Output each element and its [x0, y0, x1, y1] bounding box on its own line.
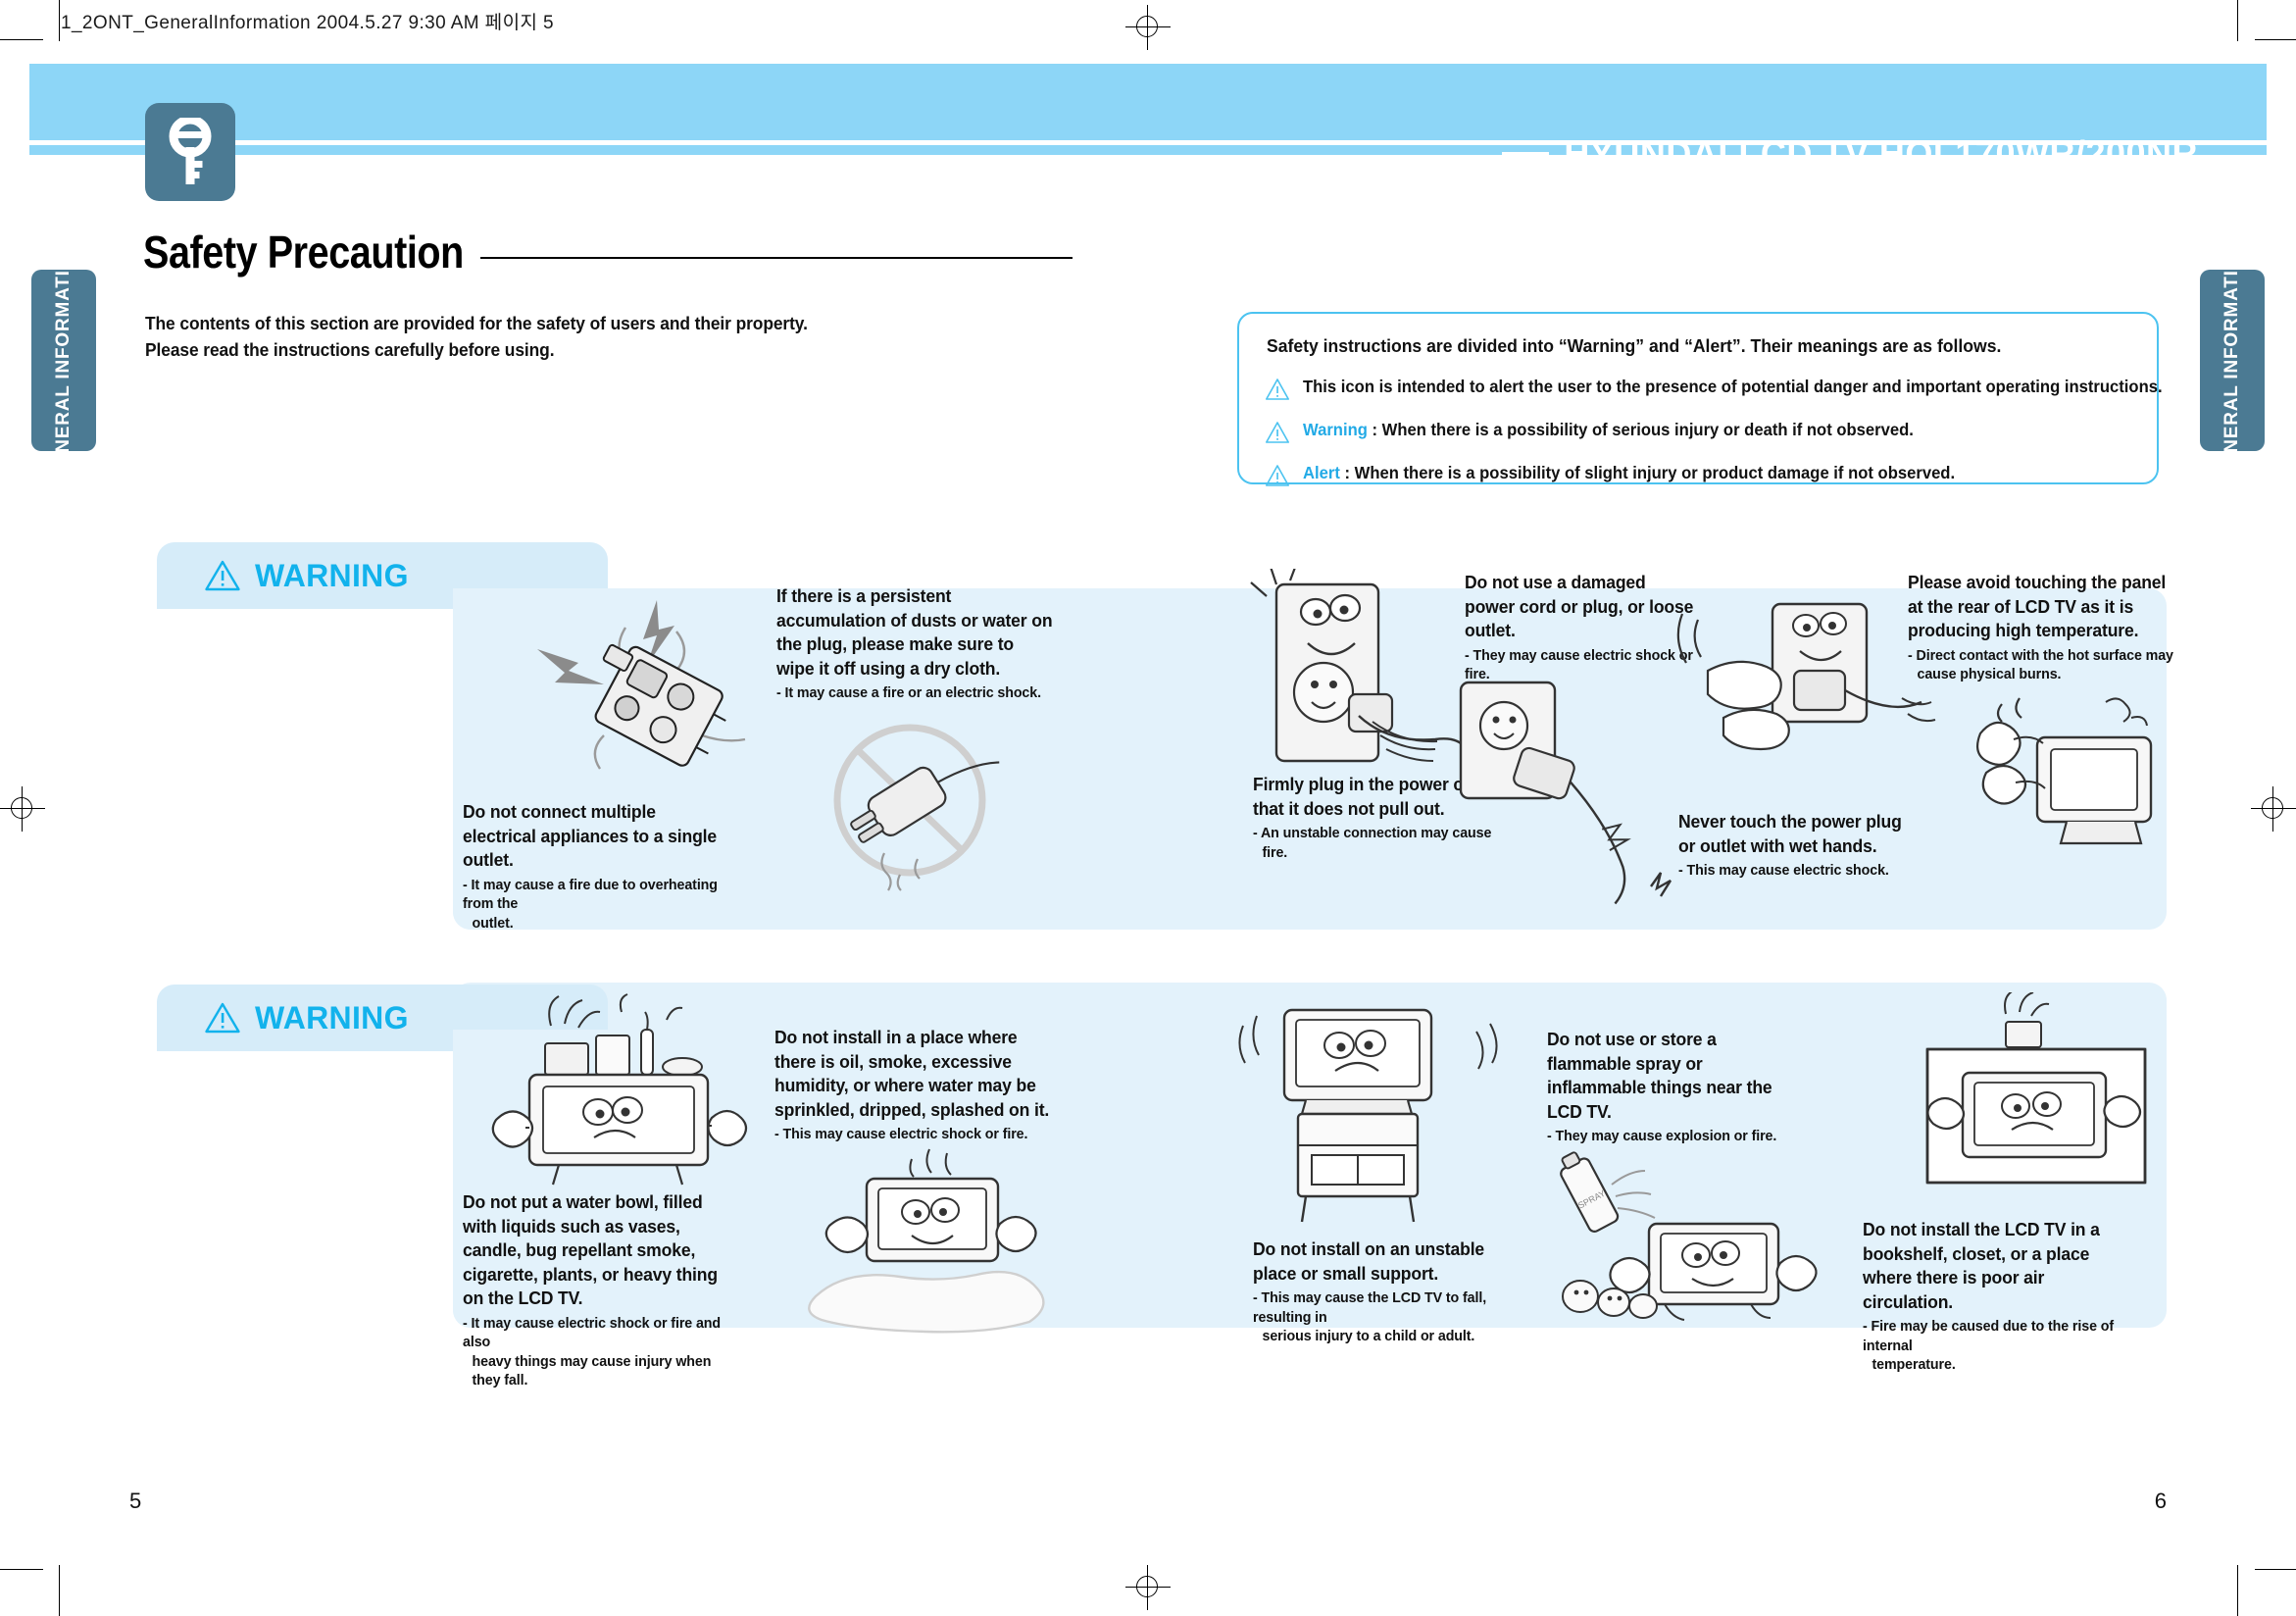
warning-triangle-icon	[205, 560, 240, 591]
warning-item-caption-6: Please avoid touching the panel at the r…	[1908, 571, 2192, 684]
sidebar-tab-label-left: GENERAL INFORMATION	[53, 239, 74, 481]
legend-keyword-alert: Alert	[1303, 463, 1340, 482]
warning-item-sub-11: - Fire may be caused due to the rise of …	[1863, 1317, 2133, 1375]
warning-item-head-4: Do not use a damaged power cord or plug,…	[1465, 572, 1694, 640]
warning-item-sub-text-6: - Direct contact with the hot surface ma…	[1908, 646, 2173, 664]
warning-item-sub-indent-7: heavy things may cause injury when they …	[472, 1352, 712, 1389]
hot-rear-panel-illustration	[1975, 697, 2153, 845]
warning-item-caption-8: Do not install in a place where there is…	[774, 1026, 1069, 1144]
warning-item-sub-text-10: - They may cause explosion or fire.	[1547, 1128, 1777, 1144]
bookshelf-enclosure-illustration	[1925, 992, 2147, 1185]
legend-row-alert: Alert : When there is a possibility of s…	[1265, 463, 1989, 487]
warning-item-sub-8: - This may cause electric shock or fire.	[774, 1125, 1054, 1144]
warning-item-caption-9: Do not install on an unstable place or s…	[1253, 1237, 1537, 1346]
crop-mark-bottom-left-horizontal	[0, 1569, 43, 1570]
warning-item-head-8: Do not install in a place where there is…	[774, 1027, 1050, 1120]
warning-item-head-7: Do not put a water bowl, filled with liq…	[463, 1191, 718, 1308]
warning-item-head-9: Do not install on an unstable place or s…	[1253, 1238, 1485, 1284]
crop-mark-left-vertical	[59, 0, 60, 41]
warning-triangle-icon	[205, 1002, 240, 1034]
legend-row-warning: Warning : When there is a possibility of…	[1265, 420, 1946, 444]
warning-item-sub-indent-1: outlet.	[472, 914, 514, 932]
page-banner	[29, 64, 2267, 140]
warning-triangle-icon	[1266, 379, 1289, 400]
warning-item-sub-indent-11: temperature.	[1872, 1356, 1956, 1373]
warning-item-sub-indent-9: serious injury to a child or adult.	[1262, 1328, 1475, 1344]
warning-item-caption-5: Never touch the power plug or outlet wit…	[1678, 810, 1923, 881]
dusty-plug-prohibited-illustration	[833, 724, 1000, 891]
registration-mark-top	[1125, 5, 1171, 50]
warning-item-sub-6: - Direct contact with the hot surface ma…	[1908, 646, 2178, 684]
legend-row-icon: This icon is intended to alert the user …	[1265, 377, 2208, 401]
warning-item-head-2: If there is a persistent accumulation of…	[776, 585, 1053, 679]
registration-mark-left	[0, 786, 45, 832]
registration-mark-right	[2251, 786, 2296, 832]
warning-item-sub-2: - It may cause a fire or an electric sho…	[776, 683, 1056, 703]
crop-mark-top-left-horizontal	[0, 39, 43, 40]
warning-triangle-icon	[1266, 465, 1289, 486]
multi-plug-overload-illustration	[537, 600, 746, 770]
legend-row-icon-text: This icon is intended to alert the user …	[1303, 377, 2163, 396]
page-title: Safety Precaution	[143, 227, 464, 278]
sidebar-tab-general-information-right[interactable]: GENERAL INFORMATION	[2200, 240, 2265, 480]
section-intro-line-2: Please read the instructions carefully b…	[145, 339, 555, 360]
warning-item-caption-7: Do not put a water bowl, filled with liq…	[463, 1190, 747, 1390]
warning-item-caption-11: Do not install the LCD TV in a bookshelf…	[1863, 1218, 2147, 1375]
warning-item-caption-1: Do not connect multiple electrical appli…	[463, 800, 747, 933]
flammable-spray-illustration: SPRAY	[1560, 1151, 1818, 1321]
legend-row-alert-desc: : When there is a possibility of slight …	[1339, 463, 1956, 482]
legend-row-warning-desc: : When there is a possibility of serious…	[1367, 420, 1914, 439]
key-icon	[169, 118, 212, 184]
legend-box: Safety instructions are divided into “Wa…	[1237, 312, 2163, 487]
page-number-right: 6	[2154, 1489, 2167, 1513]
warning-item-sub-text-11: - Fire may be caused due to the rise of …	[1863, 1318, 2115, 1354]
warning-item-sub-10: - They may cause explosion or fire.	[1547, 1127, 1799, 1146]
page-number-left: 5	[129, 1489, 142, 1513]
section-intro: The contents of this section are provide…	[145, 310, 808, 363]
warning-item-caption-10: Do not use or store a flammable spray or…	[1547, 1028, 1812, 1146]
warning-triangle-icon	[1266, 422, 1289, 443]
warning-item-sub-indent-6: cause physical burns.	[1917, 666, 2062, 682]
registration-mark-bottom	[1125, 1565, 1171, 1610]
crop-mark-right-vertical-bottom	[2237, 1565, 2238, 1616]
unstable-support-illustration	[1238, 1008, 1498, 1223]
warning-item-sub-text-2: - It may cause a fire or an electric sho…	[776, 684, 1041, 701]
warning-item-sub-text-9: - This may cause the LCD TV to fall, res…	[1253, 1289, 1487, 1326]
legend-row-warning-text: Warning : When there is a possibility of…	[1303, 420, 1914, 440]
warning-item-caption-2: If there is a persistent accumulation of…	[776, 584, 1071, 703]
banner-title: HYUNDAI LCD TV HQL170WR/200NR	[1564, 133, 2198, 174]
warning-item-head-5: Never touch the power plug or outlet wit…	[1678, 811, 1902, 856]
banner-title-dash	[1502, 152, 1549, 155]
warning-item-sub-1: - It may cause a fire due to overheating…	[463, 876, 733, 934]
crop-mark-bottom-right-horizontal	[2255, 1569, 2296, 1570]
crop-mark-right-vertical	[2237, 0, 2238, 41]
crop-mark-top-right-horizontal	[2255, 39, 2296, 40]
warning-panel-1-label: WARNING	[255, 557, 409, 593]
sidebar-tab-label-right: GENERAL INFORMATION	[2221, 239, 2242, 481]
warning-item-head-11: Do not install the LCD TV in a bookshelf…	[1863, 1219, 2100, 1312]
warning-item-sub-text-8: - This may cause electric shock or fire.	[774, 1126, 1028, 1142]
warning-item-sub-text-5: - This may cause electric shock.	[1678, 862, 1889, 879]
warning-item-head-10: Do not use or store a flammable spray or…	[1547, 1029, 1772, 1122]
warning-item-sub-text-7: - It may cause electric shock or fire an…	[463, 1314, 722, 1351]
sidebar-tab-general-information-left[interactable]: GENERAL INFORMATION	[31, 240, 96, 480]
crop-mark-left-vertical-bottom	[59, 1565, 60, 1616]
legend-keyword-warning: Warning	[1303, 420, 1368, 439]
page-title-rule	[480, 257, 1073, 259]
key-badge	[145, 103, 235, 201]
warning-item-head-1: Do not connect multiple electrical appli…	[463, 801, 718, 870]
warning-item-sub-9: - This may cause the LCD TV to fall, res…	[1253, 1288, 1523, 1346]
warning-item-sub-7: - It may cause electric shock or fire an…	[463, 1314, 733, 1390]
objects-on-tv-illustration	[491, 993, 748, 1186]
legend-row-alert-text: Alert : When there is a possibility of s…	[1303, 463, 1955, 483]
water-splash-tv-illustration	[808, 1148, 1045, 1334]
legend-heading: Safety instructions are divided into “Wa…	[1267, 335, 2002, 356]
warning-item-head-6: Please avoid touching the panel at the r…	[1908, 572, 2167, 640]
manual-page: 1_2ONT_GeneralInformation 2004.5.27 9:30…	[0, 0, 2296, 1616]
print-slug: 1_2ONT_GeneralInformation 2004.5.27 9:30…	[61, 13, 554, 33]
warning-item-sub-5: - This may cause electric shock.	[1678, 861, 1912, 881]
section-intro-line-1: The contents of this section are provide…	[145, 313, 808, 333]
warning-panel-2-label: WARNING	[255, 999, 409, 1035]
warning-item-sub-text-1: - It may cause a fire due to overheating…	[463, 876, 718, 913]
